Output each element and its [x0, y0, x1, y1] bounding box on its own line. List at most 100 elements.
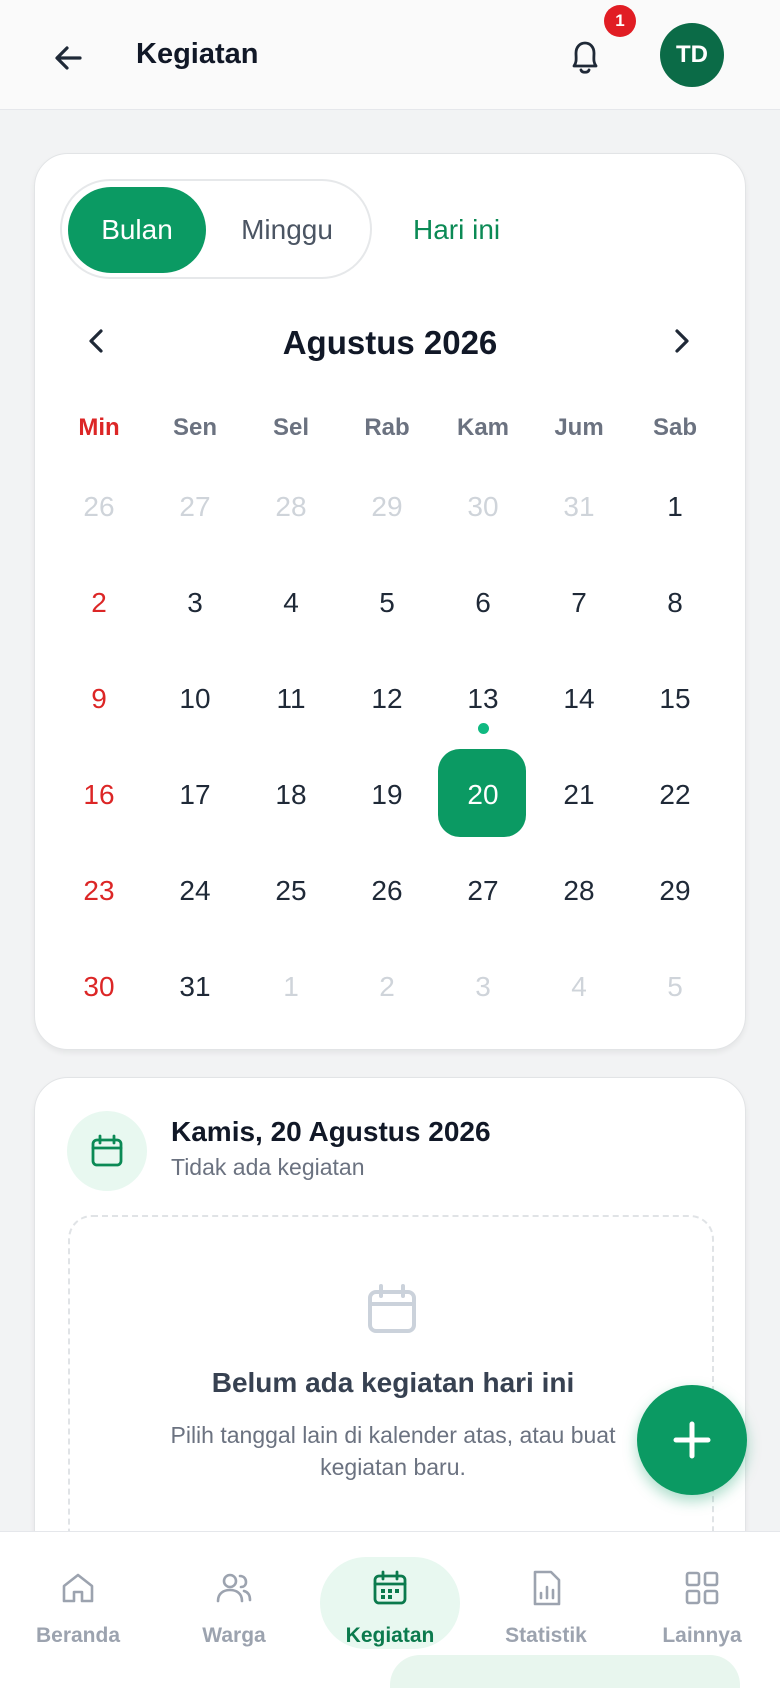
- calendar-day-number: 31: [179, 971, 211, 1002]
- calendar-day[interactable]: 22: [627, 747, 723, 843]
- calendar-icon: [370, 1568, 410, 1608]
- empty-state-title: Belum ada kegiatan hari ini: [211, 1367, 575, 1398]
- calendar-day-number: 2: [379, 971, 395, 1002]
- calendar-day-number: 4: [571, 971, 587, 1002]
- calendar-day[interactable]: 25: [243, 843, 339, 939]
- calendar-day-number: 26: [83, 491, 115, 522]
- nav-item-label: Beranda: [35, 1624, 121, 1647]
- calendar-day[interactable]: 4: [243, 555, 339, 651]
- nav-item-warga[interactable]: Warga: [156, 1532, 312, 1688]
- calendar-day-number: 1: [283, 971, 299, 1002]
- weekday-label: Rab: [364, 414, 410, 441]
- calendar-day[interactable]: 31: [147, 939, 243, 1035]
- calendar-day[interactable]: 8: [627, 555, 723, 651]
- calendar-day[interactable]: 1: [627, 459, 723, 555]
- back-button[interactable]: [46, 36, 90, 80]
- calendar-day[interactable]: 2: [339, 939, 435, 1035]
- plus-icon: [673, 1421, 711, 1459]
- calendar-day-number: 6: [475, 587, 491, 618]
- calendar-day-number: 29: [659, 875, 691, 906]
- calendar-day[interactable]: 11: [243, 651, 339, 747]
- calendar-day[interactable]: 10: [147, 651, 243, 747]
- calendar-day[interactable]: 23: [51, 843, 147, 939]
- calendar-day[interactable]: 15: [627, 651, 723, 747]
- calendar-day[interactable]: 31: [531, 459, 627, 555]
- calendar-day[interactable]: 16: [51, 747, 147, 843]
- calendar-day[interactable]: 7: [531, 555, 627, 651]
- avatar[interactable]: TD: [660, 23, 724, 87]
- calendar-day-number: 26: [371, 875, 403, 906]
- calendar-day-number: 24: [179, 875, 211, 906]
- calendar-day-number: 19: [371, 779, 403, 810]
- calendar-day-number: 3: [475, 971, 491, 1002]
- calendar-day[interactable]: 17: [147, 747, 243, 843]
- calendar-day[interactable]: 26: [339, 843, 435, 939]
- calendar-day-number: 14: [563, 683, 595, 714]
- weekday-label: Jum: [554, 414, 604, 441]
- home-icon: [58, 1568, 98, 1608]
- month-title: Agustus 2026: [282, 324, 498, 361]
- selected-date-subtitle: Tidak ada kegiatan: [171, 1154, 365, 1180]
- calendar-day[interactable]: 13: [435, 651, 531, 747]
- calendar-day-number: 30: [467, 491, 499, 522]
- calendar-day-number: 12: [371, 683, 403, 714]
- calendar-day[interactable]: 18: [243, 747, 339, 843]
- view-toggle: Bulan Minggu: [60, 179, 372, 279]
- calendar-day-number: 30: [83, 971, 115, 1002]
- calendar-day[interactable]: 6: [435, 555, 531, 651]
- calendar-day-number: 11: [276, 683, 306, 714]
- nav-item-label: Warga: [202, 1624, 266, 1647]
- calendar-day[interactable]: 29: [627, 843, 723, 939]
- calendar-day[interactable]: 5: [627, 939, 723, 1035]
- calendar-day[interactable]: 14: [531, 651, 627, 747]
- calendar-day[interactable]: 26: [51, 459, 147, 555]
- add-event-button[interactable]: [637, 1385, 747, 1495]
- weekday-label: Sel: [272, 414, 310, 441]
- calendar-day[interactable]: 3: [435, 939, 531, 1035]
- calendar-day[interactable]: 30: [51, 939, 147, 1035]
- weekday-label: Sab: [652, 414, 697, 441]
- calendar-day-number: 28: [275, 491, 307, 522]
- calendar-icon: [91, 1134, 123, 1167]
- calendar-day[interactable]: 3: [147, 555, 243, 651]
- notification-badge: 1: [604, 5, 636, 37]
- nav-item-label: Lainnya: [662, 1624, 742, 1647]
- calendar-day[interactable]: 29: [339, 459, 435, 555]
- calendar-day[interactable]: 21: [531, 747, 627, 843]
- calendar-day-number: 10: [179, 683, 211, 714]
- calendar-day[interactable]: 27: [147, 459, 243, 555]
- month-view-button[interactable]: Bulan: [68, 187, 206, 273]
- calendar-day-number: 18: [275, 779, 307, 810]
- arrow-left-icon: [55, 46, 82, 70]
- calendar-day[interactable]: 24: [147, 843, 243, 939]
- weekday-label: Kam: [456, 414, 510, 441]
- calendar-day[interactable]: 2: [51, 555, 147, 651]
- calendar-day[interactable]: 30: [435, 459, 531, 555]
- weekday-header: Min Sen Sel Rab Kam Jum Sab: [51, 414, 723, 454]
- calendar-card: Bulan Minggu Hari ini Agustus 2026 Min Se…: [34, 153, 746, 1050]
- empty-state-description: Pilih tanggal lain di kalender atas, ata…: [170, 1422, 616, 1480]
- calendar-day[interactable]: 4: [531, 939, 627, 1035]
- calendar-day-number: 3: [187, 587, 203, 618]
- calendar-day[interactable]: 20: [435, 747, 531, 843]
- prev-month-button[interactable]: [75, 319, 119, 363]
- calendar-day[interactable]: 28: [243, 459, 339, 555]
- next-month-button[interactable]: [659, 319, 703, 363]
- calendar-day[interactable]: 28: [531, 843, 627, 939]
- calendar-day[interactable]: 1: [243, 939, 339, 1035]
- today-button[interactable]: Hari ini: [413, 214, 500, 246]
- chevron-left-icon: [89, 329, 103, 353]
- calendar-day[interactable]: 27: [435, 843, 531, 939]
- week-view-button[interactable]: Minggu: [212, 187, 362, 273]
- grid-icon: [682, 1568, 722, 1608]
- nav-item-beranda[interactable]: Beranda: [0, 1532, 156, 1688]
- calendar-day[interactable]: 9: [51, 651, 147, 747]
- calendar-day[interactable]: 19: [339, 747, 435, 843]
- calendar-day[interactable]: 12: [339, 651, 435, 747]
- calendar-grid: 26 27 28 29 30 31 1 2 3 4 5 6 7 8 9 10 11 12 13 14 15 16 17 18 1…: [51, 459, 723, 1035]
- notifications-button[interactable]: [560, 32, 610, 82]
- calendar-day[interactable]: 5: [339, 555, 435, 651]
- calendar-day-number: 9: [91, 683, 107, 714]
- calendar-day-number: 27: [467, 875, 499, 906]
- chevron-right-icon: [675, 329, 689, 353]
